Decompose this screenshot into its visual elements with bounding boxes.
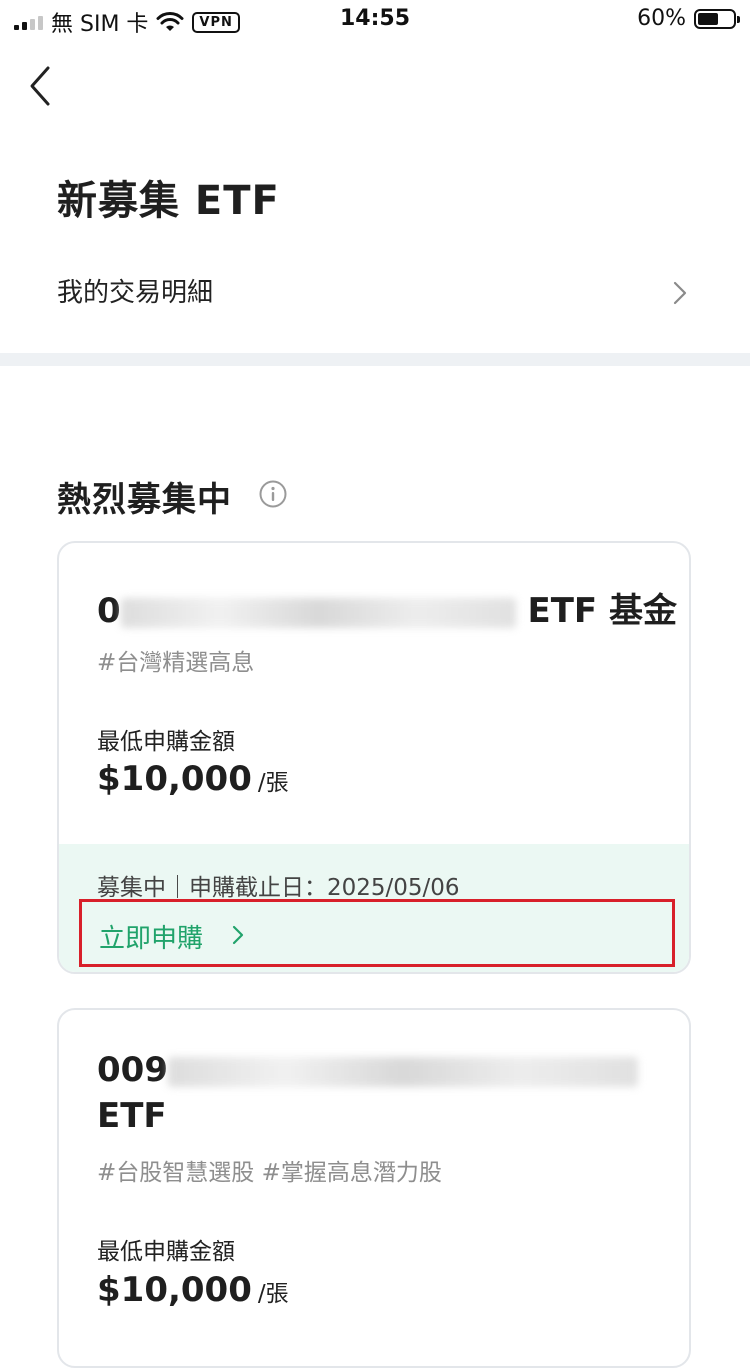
fund-card[interactable]: 0 ETF 基金 #台灣精選高息 最低申購金額 $10,000/張 募集中｜申購… [57, 541, 691, 974]
min-amount-label: 最低申購金額 [97, 729, 235, 755]
deadline-text: 募集中｜申購截止日：2025/05/06 [97, 875, 460, 901]
my-transactions-label: 我的交易明細 [57, 278, 214, 308]
fund-tags: #台灣精選高息 [97, 650, 255, 676]
section-title: 熱烈募集中 [57, 480, 232, 520]
subscribe-now-button[interactable]: 立即申購 [79, 899, 675, 967]
fund-name-suffix: ETF 基金 [527, 591, 677, 631]
my-transactions-row[interactable]: 我的交易明細 [0, 262, 750, 324]
battery-icon [694, 8, 740, 29]
status-right: 60% [637, 6, 740, 31]
fund-name-prefix: 0 [97, 591, 121, 631]
page-title: 新募集 ETF [57, 178, 280, 224]
amount-unit: /張 [257, 1281, 289, 1307]
fund-name-redacted [167, 1056, 638, 1087]
back-arrow-icon[interactable] [26, 64, 56, 108]
fund-name: 009 [97, 1050, 638, 1090]
amount-value: $10,000 [97, 759, 252, 799]
fund-tags: #台股智慧選股 #掌握高息潛力股 [97, 1160, 442, 1186]
info-icon[interactable] [259, 480, 287, 508]
amount-value: $10,000 [97, 1270, 252, 1310]
fund-card[interactable]: 009 ETF #台股智慧選股 #掌握高息潛力股 最低申購金額 $10,000/… [57, 1008, 691, 1368]
card-footer: 募集中｜申購截止日：2025/05/06 立即申購 [59, 844, 689, 972]
chevron-right-icon [232, 925, 244, 945]
status-bar: 無 SIM 卡 VPN 14:55 60% [0, 0, 750, 44]
section-divider [0, 353, 750, 366]
subscribe-now-label: 立即申購 [99, 924, 204, 954]
min-amount-value: $10,000/張 [97, 1270, 289, 1310]
amount-unit: /張 [257, 770, 289, 796]
fund-name-redacted [120, 597, 516, 628]
fund-name-line2: ETF [97, 1096, 167, 1136]
fund-name-prefix: 009 [97, 1050, 168, 1090]
min-amount-label: 最低申購金額 [97, 1239, 235, 1265]
battery-fill [698, 12, 719, 25]
fund-name: 0 ETF 基金 [97, 583, 677, 632]
battery-percent: 60% [637, 6, 686, 31]
min-amount-value: $10,000/張 [97, 759, 289, 799]
chevron-right-icon [673, 281, 687, 305]
